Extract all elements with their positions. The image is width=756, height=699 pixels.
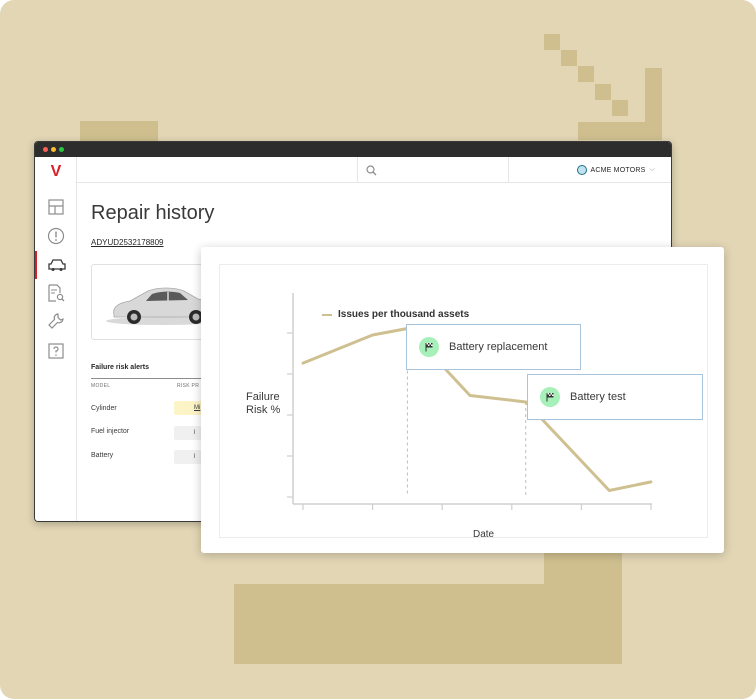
chevron-down-icon: ⌵ (649, 166, 655, 173)
chart-card: Issues per thousand assets Failure Risk … (201, 247, 724, 553)
maximize-window-dot[interactable] (59, 147, 64, 152)
annotation-label: Battery test (570, 391, 626, 403)
decor-block (234, 584, 622, 664)
logo[interactable]: V (35, 157, 77, 187)
column-header-risk: Risk pr (177, 383, 200, 389)
asset-id-link[interactable]: ADYUD2532178809 (91, 238, 164, 247)
account-avatar (576, 165, 587, 175)
decor-block (595, 84, 611, 100)
sidebar: V (35, 157, 77, 521)
account-switcher[interactable]: ACME MOTORS ⌵ (576, 165, 655, 175)
annotation-label: Battery replacement (449, 341, 548, 353)
alerts-title: Failure risk alerts (91, 364, 149, 371)
minimize-window-dot[interactable] (51, 147, 56, 152)
decor-block (544, 550, 622, 586)
chart-panel: Issues per thousand assets Failure Risk … (219, 264, 708, 540)
decor-block (80, 121, 158, 143)
risk-badge[interactable]: l (174, 450, 204, 464)
help-icon[interactable] (35, 337, 77, 365)
legend-swatch (322, 313, 332, 316)
flag-icon (419, 337, 439, 357)
top-bar: ACME MOTORS ⌵ (77, 157, 671, 183)
logo-letter: V (50, 163, 62, 180)
alert-icon[interactable] (35, 222, 77, 250)
dashboard-icon[interactable] (35, 193, 77, 221)
decor-block (561, 50, 577, 66)
page-title: Repair history (91, 202, 215, 224)
risk-badge[interactable]: l (174, 426, 204, 440)
search-box[interactable] (357, 157, 509, 183)
decor-block (578, 122, 662, 140)
legend-label: Issues per thousand assets (338, 309, 470, 320)
chart-legend: Issues per thousand assets (322, 309, 469, 320)
column-header-model: Model (91, 383, 111, 389)
search-icon[interactable] (366, 165, 377, 176)
wrench-icon[interactable] (35, 307, 77, 335)
car-icon[interactable] (35, 251, 77, 279)
divider (91, 378, 211, 379)
document-search-icon[interactable] (35, 279, 77, 307)
alert-row-model: Battery (91, 452, 114, 459)
title-bar (35, 142, 671, 157)
annotation-battery-test[interactable]: Battery test (527, 374, 703, 420)
flag-icon (540, 387, 560, 407)
account-name: ACME MOTORS (590, 166, 646, 174)
x-axis-label: Date (473, 529, 495, 540)
alert-row-model: Fuel injector (91, 428, 130, 435)
decor-block (612, 100, 628, 116)
decor-block (544, 34, 560, 50)
decor-block (578, 66, 594, 82)
alert-row-model: Cylinder (91, 405, 117, 412)
risk-badge[interactable]: Mi (174, 401, 204, 415)
annotation-battery-replacement[interactable]: Battery replacement (406, 324, 581, 370)
y-axis-label: Failure Risk % (246, 391, 281, 416)
close-window-dot[interactable] (43, 147, 48, 152)
